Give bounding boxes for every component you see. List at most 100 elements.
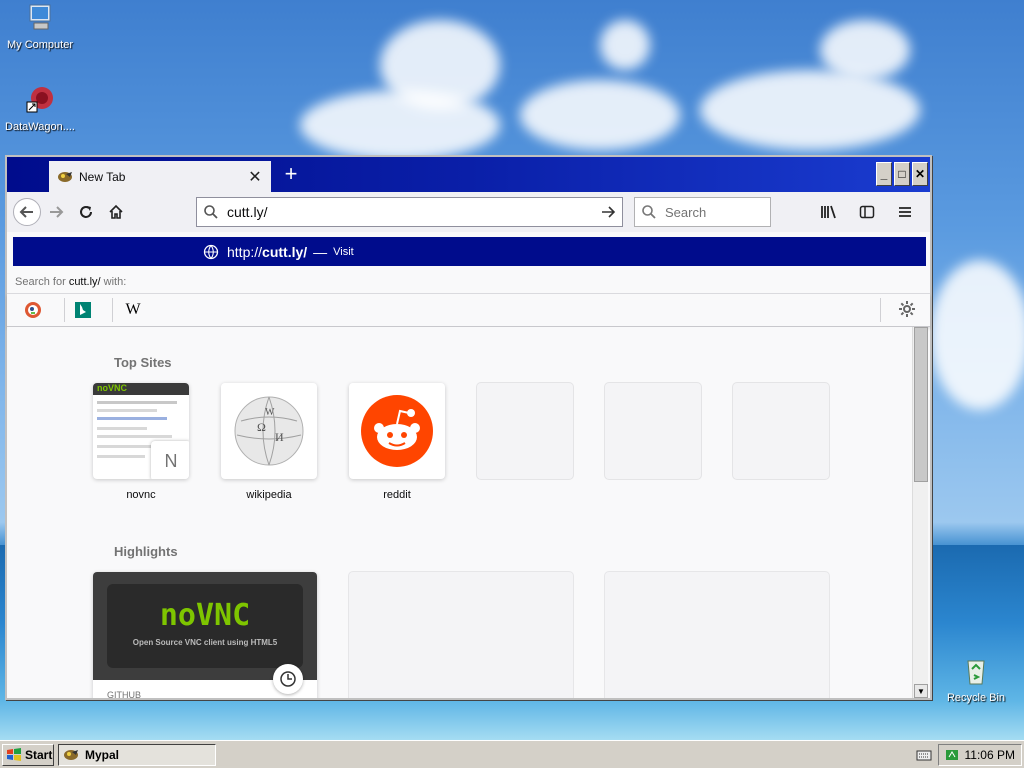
url-suggestion-visit[interactable]: http://cutt.ly/ — Visit	[13, 237, 926, 266]
reload-button[interactable]	[71, 197, 101, 227]
arrow-left-icon	[19, 206, 33, 218]
title-bar[interactable]: New Tab ✕ + _ □ ✕	[7, 157, 930, 192]
window-controls: _ □ ✕	[876, 162, 928, 186]
desktop-icon-my-computer[interactable]: My Computer	[0, 2, 80, 51]
suggestion-url-host: cutt.ly/	[262, 243, 308, 260]
desktop-icon-label: Recycle Bin	[946, 692, 1006, 704]
suggestion-action: Visit	[333, 245, 354, 258]
screenshot-line	[97, 445, 157, 448]
cloud	[600, 20, 650, 70]
svg-text:И: И	[275, 430, 284, 444]
tab-close-icon[interactable]: ✕	[247, 167, 263, 187]
url-bar[interactable]: cutt.ly/	[196, 197, 623, 227]
top-site-tile[interactable]	[605, 383, 701, 479]
taskbar-item-label: Mypal	[85, 748, 120, 762]
cloud	[700, 70, 920, 150]
top-site-empty[interactable]	[477, 383, 573, 479]
mypal-icon	[64, 750, 78, 760]
bing-icon	[75, 302, 91, 318]
clock: 11:06 PM	[964, 748, 1015, 762]
search-settings-button[interactable]	[898, 300, 916, 323]
minimize-button[interactable]: _	[876, 162, 892, 186]
highlights-title: Highlights	[114, 544, 178, 559]
new-tab-button[interactable]: +	[279, 163, 303, 187]
search-with-suffix: with:	[100, 276, 127, 288]
mypal-favicon-icon	[58, 171, 72, 182]
network-icon[interactable]	[945, 748, 959, 762]
highlight-card-empty[interactable]	[605, 572, 829, 698]
svg-text:Ω: Ω	[257, 420, 266, 434]
library-button[interactable]	[814, 197, 844, 227]
menu-button[interactable]	[890, 197, 920, 227]
top-site-empty[interactable]	[733, 383, 829, 479]
wikipedia-globe-icon: Ω И W	[234, 396, 304, 466]
top-site-empty[interactable]	[605, 383, 701, 479]
desktop-icon-datawagon[interactable]: DataWagon....	[0, 84, 80, 133]
search-with-label: Search for cutt.ly/ with:	[7, 270, 930, 294]
engine-bing[interactable]	[71, 298, 95, 322]
top-site-tile[interactable]	[477, 383, 573, 479]
vertical-scrollbar[interactable]: ▼	[912, 327, 928, 698]
scrollbar-thumb[interactable]	[914, 327, 928, 482]
search-icon	[642, 205, 656, 219]
scroll-down-arrow-icon[interactable]: ▼	[914, 684, 928, 698]
top-site-wikipedia[interactable]: Ω И W wikipedia	[221, 383, 317, 501]
novnc-screenshot-header: noVNC	[93, 383, 189, 395]
screenshot-line	[97, 401, 177, 404]
desktop-icon-label: My Computer	[6, 39, 74, 51]
browser-window: New Tab ✕ + _ □ ✕ cutt.ly/ Search http:/…	[5, 155, 932, 700]
forward-button[interactable]	[41, 197, 71, 227]
go-arrow-icon[interactable]	[600, 204, 616, 220]
duckduckgo-icon	[25, 302, 41, 318]
home-button[interactable]	[101, 197, 131, 227]
taskbar: Start Mypal 11:06 PM	[0, 740, 1024, 768]
highlight-image: noVNC Open Source VNC client using HTML5	[93, 572, 317, 694]
novnc-logo-text: noVNC	[107, 598, 303, 633]
top-site-label: novnc	[126, 489, 156, 501]
novnc-letter-badge: N	[151, 441, 189, 479]
highlight-card-empty[interactable]	[349, 572, 573, 698]
highlight-card-novnc[interactable]: noVNC Open Source VNC client using HTML5…	[93, 572, 317, 698]
cloud	[300, 90, 500, 160]
clock-icon	[280, 671, 296, 687]
top-site-tile[interactable]	[349, 383, 445, 479]
top-site-tile[interactable]: Ω И W	[221, 383, 317, 479]
back-button[interactable]	[13, 198, 41, 226]
wikipedia-w-icon: W	[125, 301, 141, 318]
top-site-reddit[interactable]: reddit	[349, 383, 445, 501]
suggestion-separator: —	[313, 243, 328, 260]
top-site-tile[interactable]: noVNC N	[93, 383, 189, 479]
screenshot-line	[97, 435, 172, 438]
hamburger-icon	[899, 207, 911, 217]
engine-wikipedia[interactable]: W	[121, 298, 145, 322]
sidebar-button[interactable]	[852, 197, 882, 227]
search-box[interactable]: Search	[634, 197, 771, 227]
engine-duckduckgo[interactable]	[21, 298, 45, 322]
one-off-search-engines: W	[7, 294, 930, 327]
novnc-banner: noVNC Open Source VNC client using HTML5	[107, 584, 303, 668]
search-icon	[204, 205, 218, 219]
start-button[interactable]: Start	[2, 744, 54, 766]
datawagon-icon	[26, 87, 53, 113]
maximize-button[interactable]: □	[894, 162, 910, 186]
search-with-prefix: Search for	[15, 276, 69, 288]
cloud	[820, 20, 910, 80]
reload-icon	[80, 206, 92, 218]
desktop-icon-recycle-bin[interactable]: Recycle Bin	[936, 655, 1016, 704]
taskbar-item-mypal[interactable]: Mypal	[58, 744, 216, 766]
top-site-label: wikipedia	[246, 489, 292, 501]
url-input[interactable]: cutt.ly/	[227, 204, 600, 220]
tab-new-tab[interactable]: New Tab ✕	[49, 161, 271, 192]
engine-divider	[64, 298, 65, 322]
top-site-novnc[interactable]: noVNC N novnc	[93, 383, 189, 501]
reddit-logo-icon	[361, 395, 433, 467]
tab-title: New Tab	[79, 169, 126, 184]
computer-icon	[29, 4, 51, 30]
novnc-screenshot-logo: noVNC	[97, 383, 127, 393]
toolbar-right	[814, 197, 920, 227]
new-tab-page: Top Sites noVNC N novnc Ω И W wikipedia …	[7, 327, 914, 698]
top-site-tile[interactable]	[733, 383, 829, 479]
keyboard-icon[interactable]	[916, 748, 932, 765]
close-button[interactable]: ✕	[912, 162, 928, 186]
suggestion-url: http://cutt.ly/	[227, 244, 307, 260]
